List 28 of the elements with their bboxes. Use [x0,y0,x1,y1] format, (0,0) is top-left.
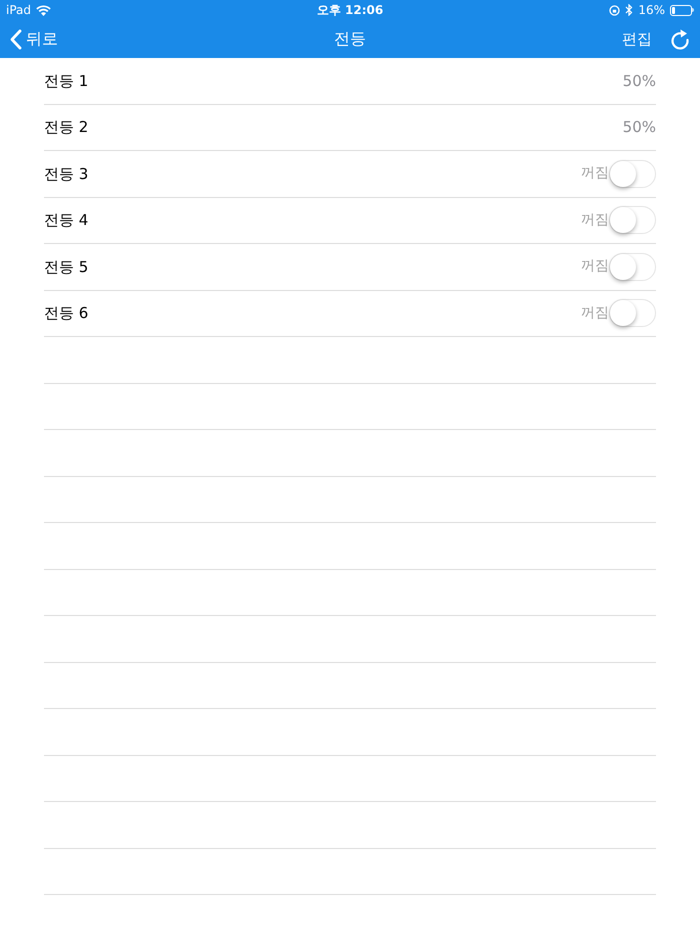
switch-state-label: 꺼짐 [581,210,609,230]
light-name: 전등 2 [44,117,88,138]
rotation-lock-icon [609,4,620,16]
refresh-icon[interactable] [670,28,690,50]
device-name: iPad [6,2,32,19]
light-name: 전등 3 [44,164,88,184]
nav-title: 전등 [334,28,366,50]
light-name: 전등 4 [44,210,88,231]
battery-icon [670,4,694,16]
back-button[interactable]: 뒤로 [10,27,58,51]
wifi-icon [36,4,52,16]
brightness-value: 50% [622,70,656,92]
switch-state-label: 꺼짐 [581,304,609,323]
light-name: 전등 1 [44,70,88,92]
status-time: 오후 12:06 [316,2,384,19]
battery-percent: 16% [638,2,665,19]
brightness-value: 50% [622,117,656,138]
edit-button[interactable]: 편집 [622,28,652,50]
toggle-switch[interactable] [609,160,656,188]
switch-state-label: 꺼짐 [581,257,609,276]
chevron-left-icon [10,28,22,50]
light-name: 전등 6 [44,303,88,324]
light-name: 전등 5 [44,256,88,278]
toggle-switch[interactable] [609,299,656,328]
switch-state-label: 꺼짐 [581,164,609,184]
toggle-switch[interactable] [609,252,656,281]
bluetooth-icon [625,4,634,16]
toggle-switch[interactable] [609,206,656,234]
